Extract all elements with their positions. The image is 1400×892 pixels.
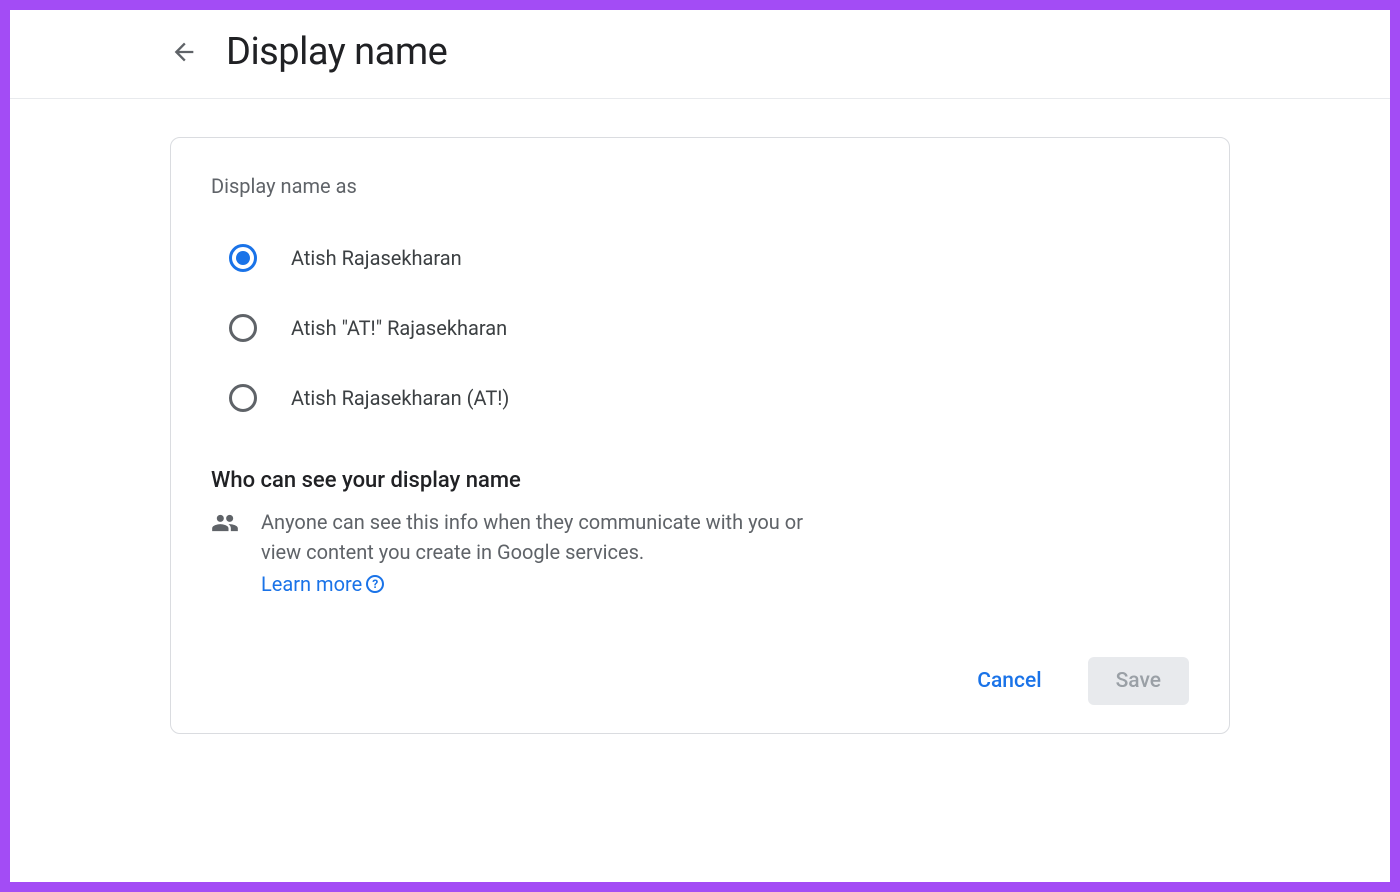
app-frame: Display name Display name as Atish Rajas… [10, 10, 1390, 882]
cancel-button[interactable]: Cancel [949, 657, 1069, 705]
radio-button-icon[interactable] [229, 384, 257, 412]
visibility-description: Anyone can see this info when they commu… [261, 510, 803, 564]
section-label: Display name as [211, 174, 1189, 198]
radio-label: Atish Rajasekharan [291, 246, 462, 270]
help-icon: ? [366, 575, 384, 593]
learn-more-link[interactable]: Learn more ? [261, 569, 384, 599]
radio-button-icon[interactable] [229, 314, 257, 342]
people-icon [211, 509, 239, 537]
back-arrow-icon[interactable] [170, 38, 198, 66]
visibility-text-block: Anyone can see this info when they commu… [261, 507, 821, 599]
visibility-heading: Who can see your display name [211, 468, 1189, 493]
radio-label: Atish "AT!" Rajasekharan [291, 316, 507, 340]
radio-option-2[interactable]: Atish Rajasekharan (AT!) [229, 384, 1189, 412]
radio-option-0[interactable]: Atish Rajasekharan [229, 244, 1189, 272]
save-button[interactable]: Save [1088, 657, 1189, 705]
radio-option-1[interactable]: Atish "AT!" Rajasekharan [229, 314, 1189, 342]
content-area: Display name as Atish Rajasekharan Atish… [10, 99, 1390, 772]
learn-more-label: Learn more [261, 569, 362, 599]
header: Display name [10, 10, 1390, 99]
visibility-row: Anyone can see this info when they commu… [211, 507, 1189, 599]
radio-group: Atish Rajasekharan Atish "AT!" Rajasekha… [211, 244, 1189, 412]
page-title: Display name [226, 30, 447, 74]
radio-label: Atish Rajasekharan (AT!) [291, 386, 509, 410]
settings-card: Display name as Atish Rajasekharan Atish… [170, 137, 1230, 734]
button-row: Cancel Save [211, 657, 1189, 705]
radio-button-icon[interactable] [229, 244, 257, 272]
